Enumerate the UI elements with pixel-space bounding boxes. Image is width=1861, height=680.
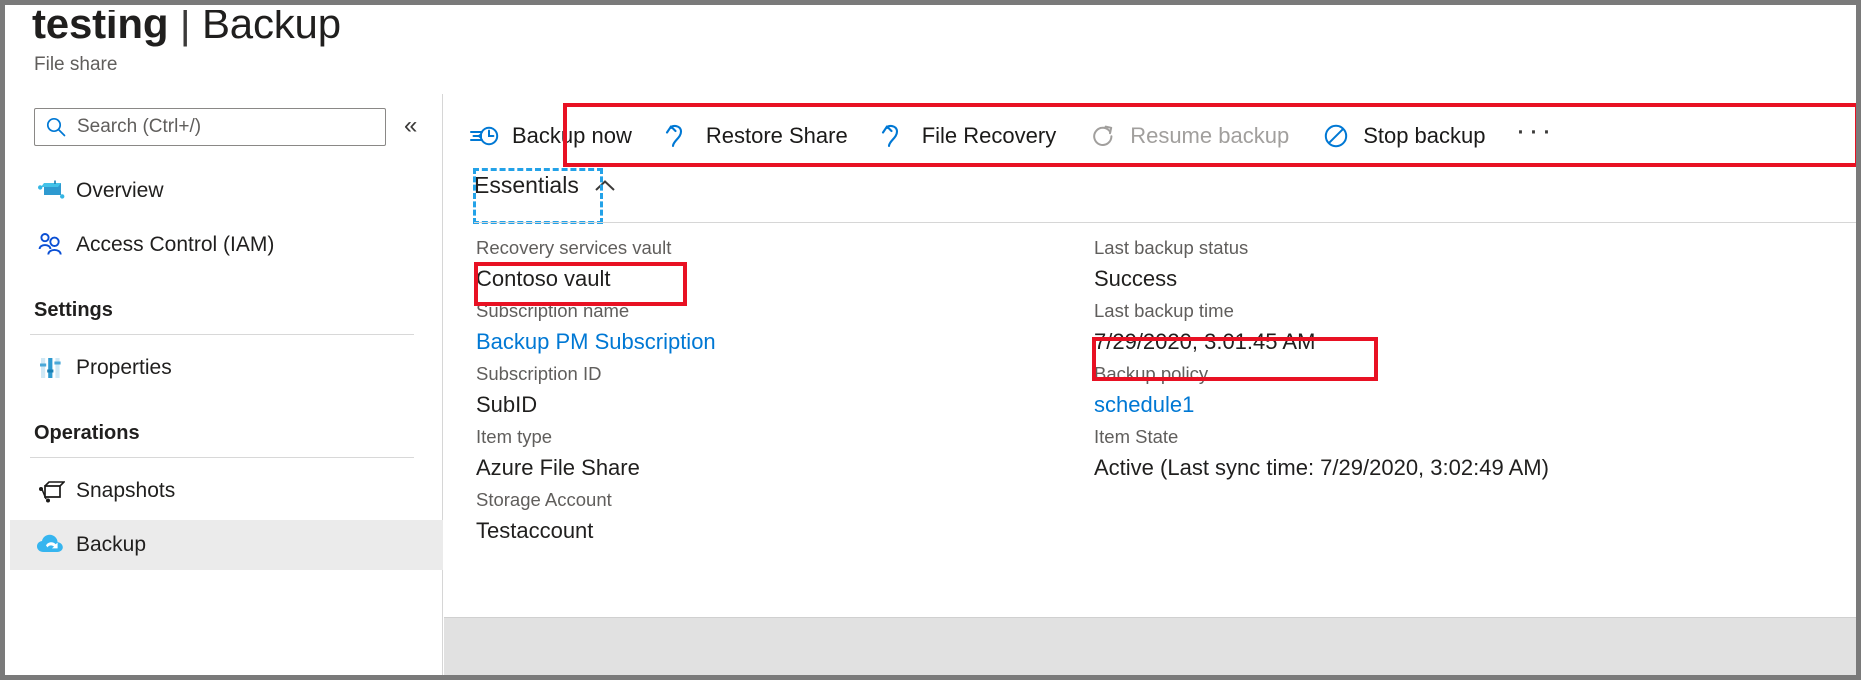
detail-last-backup-time: Last backup time 7/29/2020, 3:01:45 AM xyxy=(1094,297,1834,359)
page-title: testing | Backup xyxy=(32,10,341,48)
sidebar-item-overview[interactable]: Overview xyxy=(10,166,443,216)
detail-label: Last backup time xyxy=(1094,297,1834,325)
detail-label: Recovery services vault xyxy=(476,234,1096,262)
detail-label: Subscription name xyxy=(476,297,1096,325)
properties-icon xyxy=(30,355,72,381)
detail-subscription-id: Subscription ID SubID xyxy=(476,360,1096,422)
details-column-left: Recovery services vault Contoso vault Su… xyxy=(476,234,1096,549)
sidebar-item-label: Backup xyxy=(76,533,146,557)
backup-cloud-icon xyxy=(30,532,72,558)
refresh-circle-icon xyxy=(1086,122,1120,150)
restore-undo-icon xyxy=(662,122,696,150)
more-commands-button[interactable]: ··· xyxy=(1516,123,1555,150)
azure-portal-screenshot: testing | Backup File share « xyxy=(0,0,1861,680)
detail-recovery-services-vault: Recovery services vault Contoso vault xyxy=(476,234,1096,296)
people-icon xyxy=(30,232,72,258)
page-subtitle: File share xyxy=(34,54,117,76)
backup-now-clock-icon xyxy=(468,122,502,150)
detail-label: Storage Account xyxy=(476,486,1096,514)
resource-name: testing xyxy=(32,10,168,47)
essentials-label: Essentials xyxy=(474,172,579,199)
detail-item-type: Item type Azure File Share xyxy=(476,423,1096,485)
content-bottom-bar xyxy=(444,617,1861,680)
search-box[interactable] xyxy=(34,108,386,146)
toolbar-button-label: File Recovery xyxy=(922,123,1056,149)
detail-label: Item State xyxy=(1094,423,1834,451)
resume-backup-button: Resume backup xyxy=(1086,113,1289,159)
detail-value: SubID xyxy=(476,388,1096,422)
sidebar-bottom-pad xyxy=(10,658,442,680)
block-circle-icon xyxy=(1319,122,1353,150)
detail-item-state: Item State Active (Last sync time: 7/29/… xyxy=(1094,423,1834,485)
restore-undo-icon xyxy=(878,122,912,150)
command-toolbar: Backup now Restore Share xyxy=(444,106,1554,166)
detail-label: Item type xyxy=(476,423,1096,451)
sidebar-divider xyxy=(30,457,414,458)
toolbar-button-label: Resume backup xyxy=(1130,123,1289,149)
subscription-name-link[interactable]: Backup PM Subscription xyxy=(476,325,1096,359)
search-icon xyxy=(35,116,77,138)
sidebar-group-operations: Operations xyxy=(34,422,140,445)
sidebar-item-label: Snapshots xyxy=(76,479,175,503)
sidebar-divider xyxy=(30,334,414,335)
backup-policy-link[interactable]: schedule1 xyxy=(1094,388,1834,422)
details-column-right: Last backup status Success Last backup t… xyxy=(1094,234,1834,486)
detail-storage-account: Storage Account Testaccount xyxy=(476,486,1096,548)
sidebar-item-properties[interactable]: Properties xyxy=(10,343,443,393)
sidebar-item-snapshots[interactable]: Snapshots xyxy=(10,466,443,516)
detail-backup-policy: Backup policy schedule1 xyxy=(1094,360,1834,422)
sidebar-item-access-control[interactable]: Access Control (IAM) xyxy=(10,220,443,270)
detail-subscription-name: Subscription name Backup PM Subscription xyxy=(476,297,1096,359)
sidebar-group-settings: Settings xyxy=(34,299,113,322)
backup-now-button[interactable]: Backup now xyxy=(468,113,632,159)
detail-value: Contoso vault xyxy=(476,262,1096,296)
title-separator: | xyxy=(180,10,191,47)
detail-label: Backup policy xyxy=(1094,360,1834,388)
search-input[interactable] xyxy=(77,116,367,138)
sidebar-item-label: Overview xyxy=(76,179,164,203)
essentials-toggle[interactable]: Essentials xyxy=(474,172,617,199)
sidebar-item-backup[interactable]: Backup xyxy=(10,520,443,570)
detail-last-backup-status: Last backup status Success xyxy=(1094,234,1834,296)
content-area: Backup now Restore Share xyxy=(444,94,1861,680)
detail-value: Testaccount xyxy=(476,514,1096,548)
detail-value: 7/29/2020, 3:01:45 AM xyxy=(1094,325,1834,359)
chevron-up-icon xyxy=(593,178,617,194)
snapshots-icon xyxy=(30,478,72,504)
toolbar-button-label: Restore Share xyxy=(706,123,848,149)
detail-label: Last backup status xyxy=(1094,234,1834,262)
essentials-divider xyxy=(474,222,1861,223)
toolbar-button-label: Stop backup xyxy=(1363,123,1485,149)
detail-value: Success xyxy=(1094,262,1834,296)
chevron-double-left-icon[interactable]: « xyxy=(404,114,417,138)
detail-label: Subscription ID xyxy=(476,360,1096,388)
blade-name: Backup xyxy=(202,10,341,47)
restore-share-button[interactable]: Restore Share xyxy=(662,113,848,159)
detail-value: Azure File Share xyxy=(476,451,1096,485)
file-recovery-button[interactable]: File Recovery xyxy=(878,113,1056,159)
overview-icon xyxy=(30,178,72,204)
sidebar: « Overview xyxy=(10,94,443,680)
sidebar-item-label: Access Control (IAM) xyxy=(76,233,274,257)
toolbar-button-label: Backup now xyxy=(512,123,632,149)
detail-value: Active (Last sync time: 7/29/2020, 3:02:… xyxy=(1094,451,1834,485)
sidebar-item-label: Properties xyxy=(76,356,172,380)
stop-backup-button[interactable]: Stop backup xyxy=(1319,113,1485,159)
